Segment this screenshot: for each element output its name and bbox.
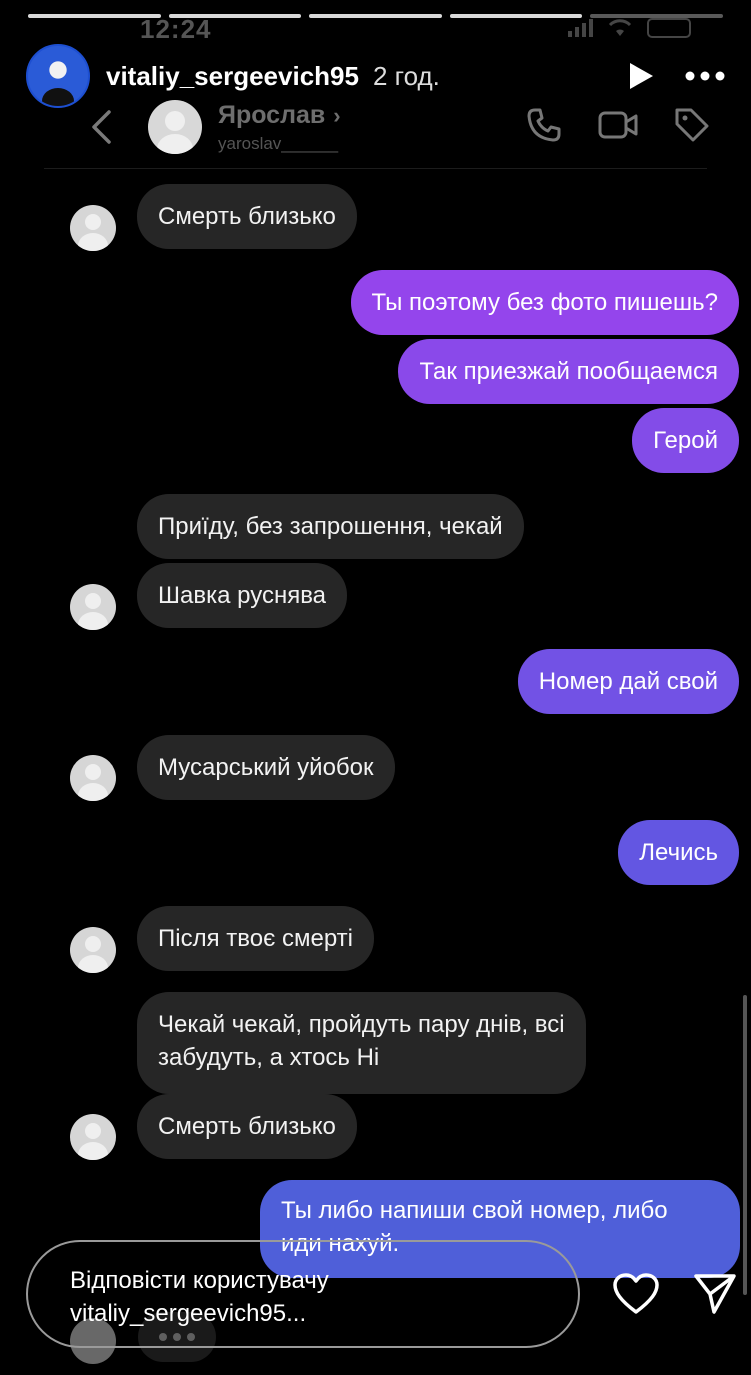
incoming-message: Мусарський уйобок	[137, 735, 395, 800]
send-icon[interactable]	[692, 1270, 738, 1321]
chevron-right-icon: ›	[333, 102, 341, 128]
chat-header: Ярослав › yaroslav______	[90, 92, 711, 162]
battery-icon	[647, 18, 691, 38]
outgoing-message: Ты поэтому без фото пишешь?	[350, 270, 739, 335]
incoming-message: Шавка руснява	[137, 563, 348, 628]
reply-placeholder-line: Відповісти користувачу	[70, 1267, 329, 1294]
message-avatar	[70, 755, 116, 801]
heart-icon[interactable]	[612, 1272, 660, 1321]
more-icon[interactable]	[685, 71, 725, 81]
contact-avatar[interactable]	[148, 100, 202, 154]
story-time: 2 год.	[372, 60, 440, 91]
outgoing-message: Лечись	[618, 820, 739, 885]
message-avatar	[70, 927, 116, 973]
message-avatar	[70, 584, 116, 630]
scrollbar[interactable]	[743, 995, 747, 1295]
progress-segment	[449, 14, 583, 18]
signal-icon	[568, 19, 593, 37]
incoming-message: Чекай чекай, пройдуть пару днів, всі заб…	[137, 992, 586, 1094]
incoming-message: Смерть близько	[137, 184, 357, 249]
outgoing-message: Герой	[632, 408, 739, 473]
back-icon[interactable]	[90, 107, 120, 147]
outgoing-message: Номер дай свой	[517, 649, 739, 714]
incoming-message: Приїду, без запрошення, чекай	[137, 494, 524, 559]
play-icon[interactable]	[627, 61, 655, 91]
reply-placeholder-line: vitaliy_sergeevich95...	[70, 1300, 307, 1327]
contact-name[interactable]: Ярослав ›	[218, 101, 341, 130]
video-icon[interactable]	[597, 108, 639, 147]
contact-handle: yaroslav______	[218, 133, 339, 153]
progress-segment	[309, 14, 442, 18]
outgoing-message: Так приезжай пообщаемся	[398, 339, 739, 404]
story-avatar[interactable]	[26, 44, 90, 108]
message-line: Чекай чекай, пройдуть пару днів, всі	[158, 1011, 565, 1038]
phone-icon[interactable]	[525, 106, 563, 149]
message-line: забудуть, а хтось Ні	[158, 1044, 380, 1071]
status-icons	[568, 18, 691, 38]
story-username[interactable]: vitaliy_sergeevich95	[106, 61, 359, 92]
reply-input[interactable]: Відповісти користувачу vitaliy_sergeevic…	[26, 1240, 580, 1348]
message-avatar	[70, 205, 116, 251]
wifi-icon	[608, 19, 632, 36]
incoming-message: Смерть близько	[137, 1094, 357, 1159]
message-line: Ты либо напиши свой номер, либо	[281, 1197, 668, 1224]
message-avatar	[70, 1114, 116, 1160]
header-divider	[44, 168, 707, 169]
tag-icon[interactable]	[673, 106, 711, 149]
incoming-message: Після твоє смерті	[137, 906, 374, 971]
status-time: 12:24	[140, 14, 212, 44]
